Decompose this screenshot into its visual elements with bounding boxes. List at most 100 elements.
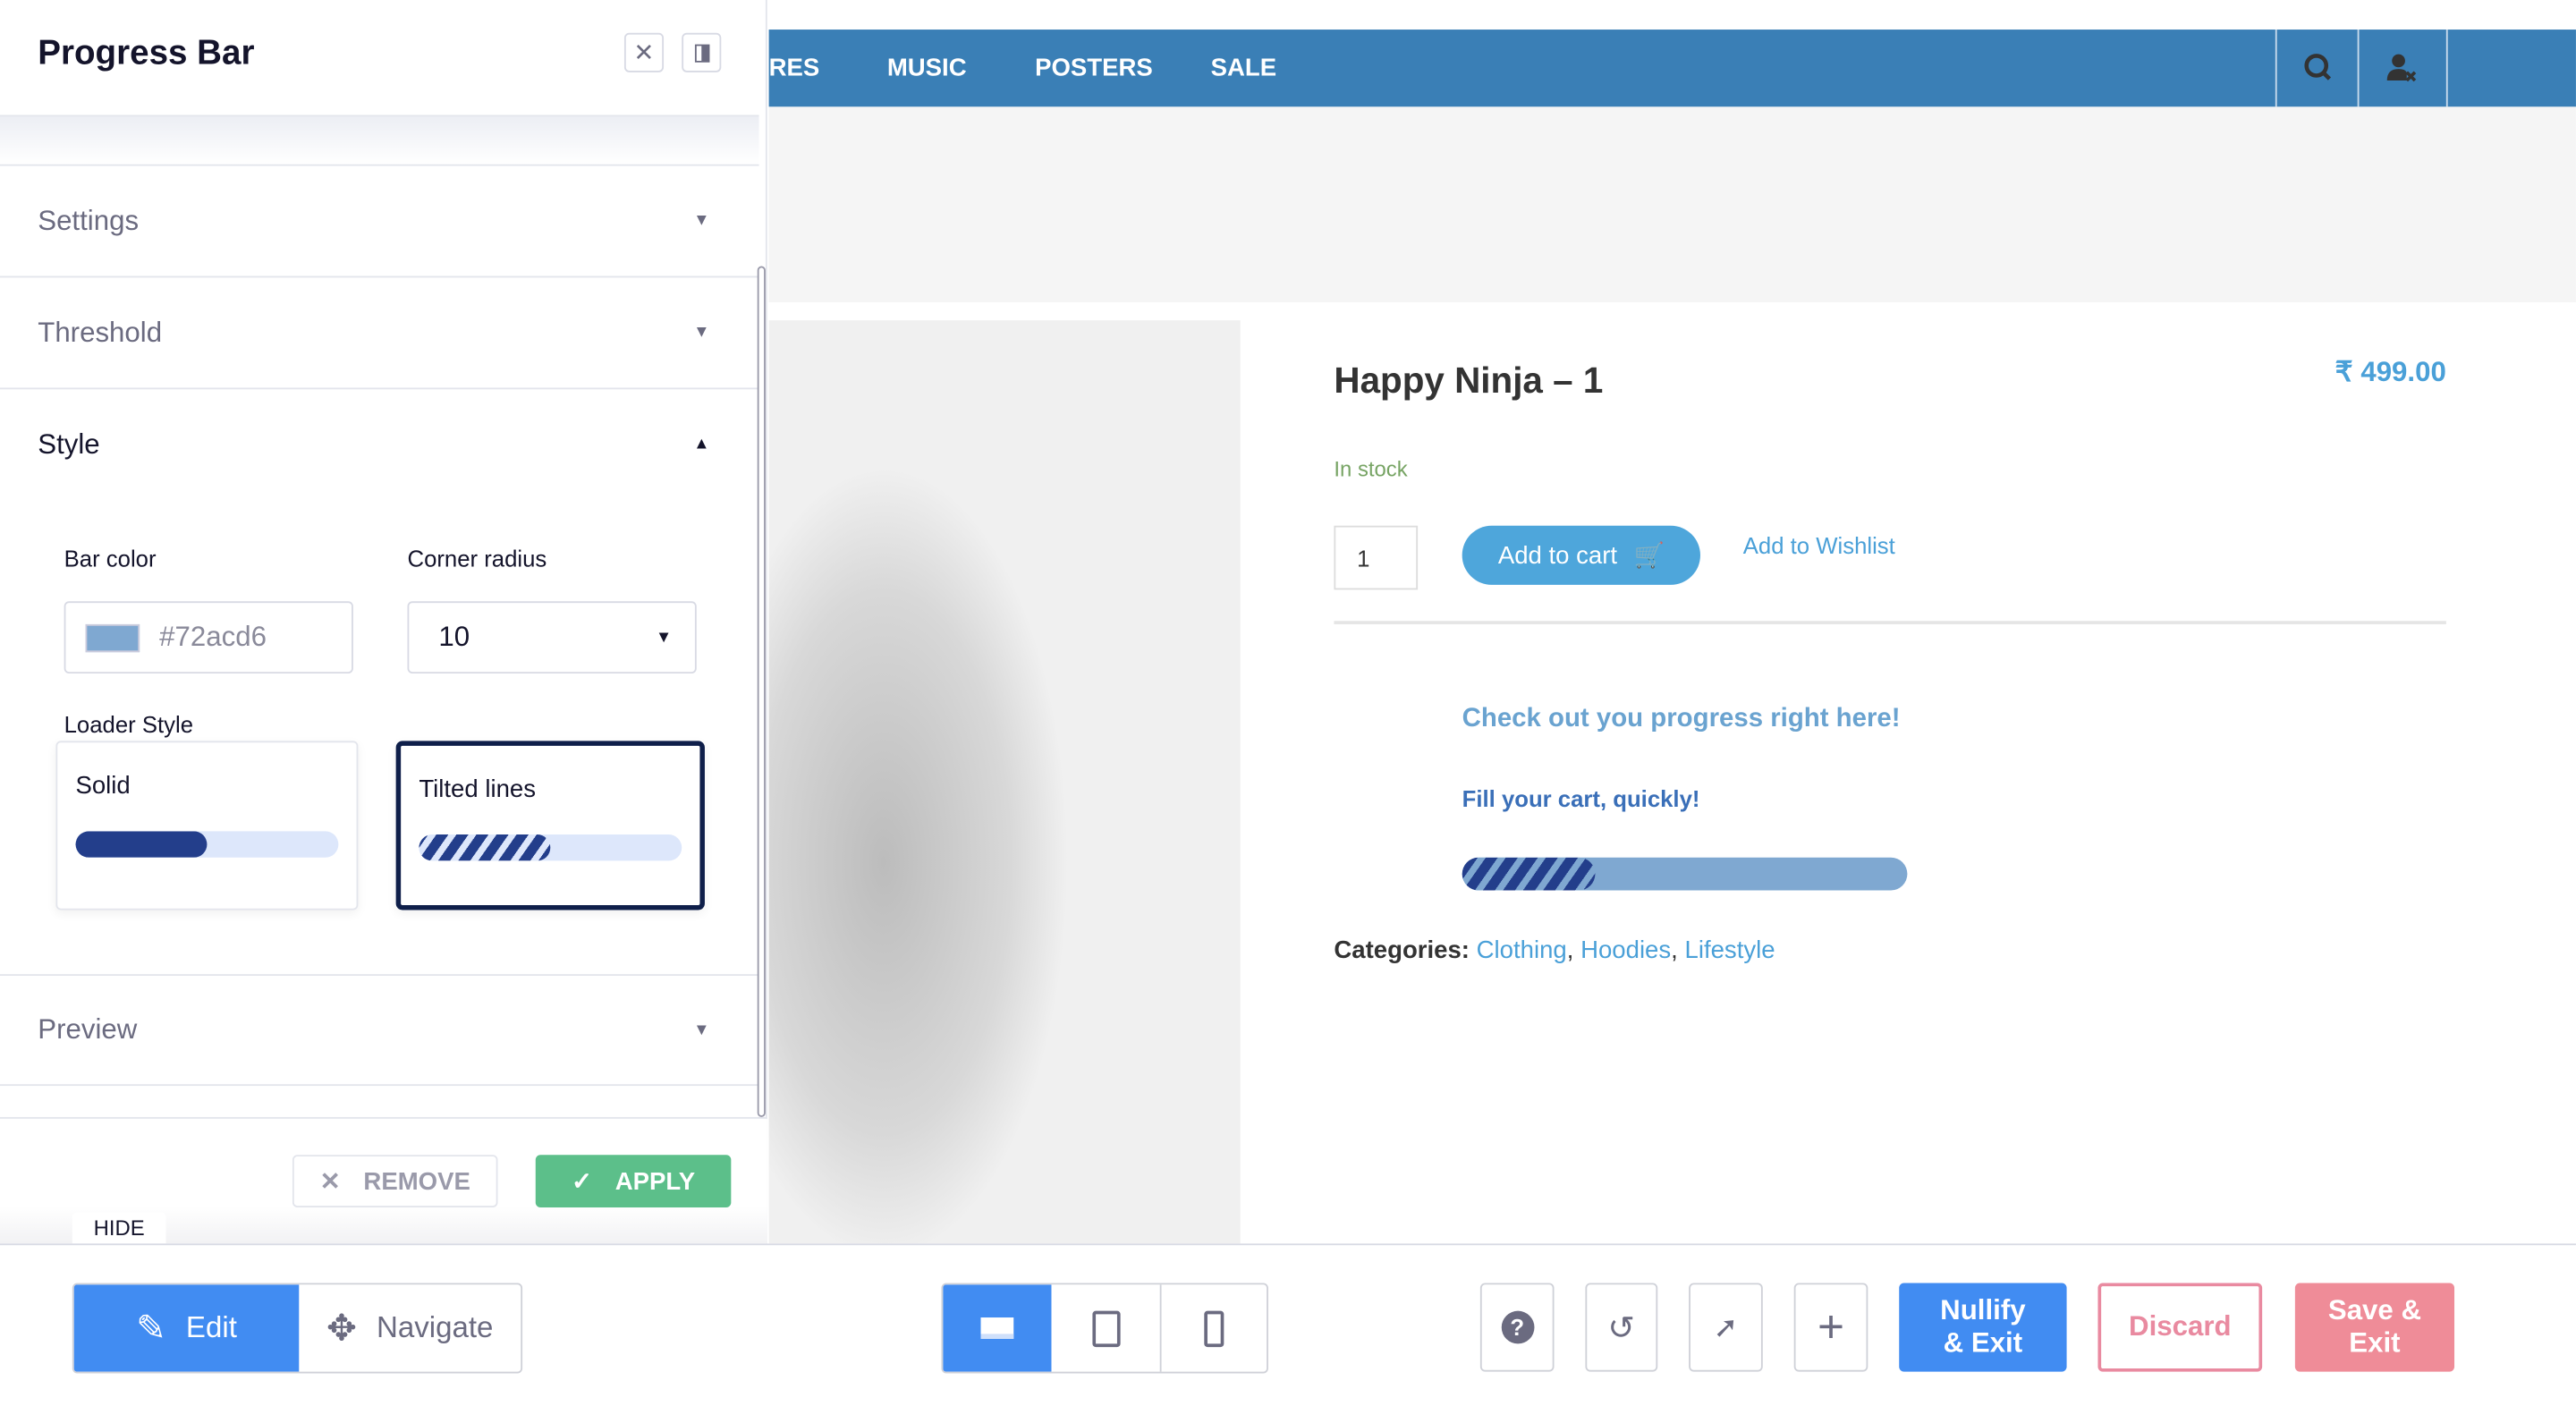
category-link[interactable]: Clothing	[1477, 936, 1567, 964]
product-title: Happy Ninja – 1	[1334, 360, 1604, 402]
color-swatch[interactable]	[85, 623, 140, 652]
loader-option-tilted-lines[interactable]: Tilted lines	[395, 741, 705, 911]
nav-spacer	[2445, 30, 2576, 107]
remove-button[interactable]: ✕ REMOVE	[292, 1155, 498, 1207]
categories-label: Categories:	[1334, 936, 1470, 965]
site-nav: RES MUSIC POSTERS SALE	[768, 30, 2576, 107]
select-element-button[interactable]: ➚	[1689, 1283, 1763, 1372]
add-button[interactable]: +	[1793, 1283, 1868, 1372]
corner-radius-select[interactable]: 10 ▼	[407, 601, 697, 674]
categories: Categories: Clothing, Hoodies, Lifestyle	[1334, 936, 1775, 965]
divider	[1334, 621, 2446, 624]
editor-toolbar: ✎ Edit ✥ Navigate ? ↺ ➚ + Nullify & Exit D…	[0, 1243, 2576, 1406]
quantity-input[interactable]: 1	[1334, 525, 1419, 590]
product-image	[768, 320, 1241, 1244]
discard-button[interactable]: Discard	[2097, 1283, 2263, 1372]
add-to-cart-button[interactable]: Add to cart 🛒	[1462, 525, 1700, 585]
section-style[interactable]: Style ▲	[0, 387, 759, 499]
nullify-exit-button[interactable]: Nullify & Exit	[1899, 1283, 2067, 1372]
tablet-icon	[1091, 1309, 1120, 1347]
bar-color-value: #72acd6	[159, 621, 267, 653]
navigate-label: Navigate	[376, 1310, 494, 1344]
apply-label: APPLY	[614, 1166, 696, 1196]
section-preview[interactable]: Preview ▼	[0, 974, 759, 1087]
category-link[interactable]: Hoodies	[1580, 936, 1671, 964]
wishlist-link[interactable]: Add to Wishlist	[1743, 532, 1895, 558]
apply-button[interactable]: ✓ APPLY	[535, 1155, 732, 1207]
corner-radius-label: Corner radius	[407, 545, 547, 572]
section-label: Preview	[38, 1013, 138, 1046]
mode-toggle: ✎ Edit ✥ Navigate	[72, 1283, 523, 1374]
move-icon: ✥	[326, 1307, 357, 1349]
mobile-view-button[interactable]	[1162, 1284, 1267, 1371]
page-banner	[768, 106, 2576, 302]
product-price: ₹ 499.00	[2334, 356, 2446, 388]
caret-up-icon: ▲	[693, 435, 710, 453]
dock-button[interactable]	[682, 32, 722, 72]
loader-preview-bar	[419, 834, 682, 861]
remove-label: REMOVE	[363, 1166, 470, 1196]
section-label: Style	[38, 428, 100, 460]
cart-progress-bar	[1462, 857, 1908, 891]
caret-down-icon: ▼	[693, 323, 710, 343]
plus-icon: +	[1817, 1300, 1845, 1352]
section-settings[interactable]: Settings ▼	[0, 164, 759, 276]
loader-option-label: Solid	[75, 772, 131, 800]
cart-icon: 🛒	[1633, 542, 1665, 571]
loader-style-label: Loader Style	[64, 711, 194, 738]
check-icon: ✓	[571, 1167, 593, 1197]
panel-scrollbar[interactable]	[757, 266, 766, 1117]
caret-down-icon: ▼	[693, 1021, 710, 1039]
edit-mode-button[interactable]: ✎ Edit	[73, 1284, 300, 1372]
tablet-view-button[interactable]	[1051, 1284, 1162, 1372]
x-icon: ✕	[319, 1167, 341, 1197]
navigate-mode-button[interactable]: ✥ Navigate	[299, 1284, 521, 1371]
settings-panel: Progress Bar ✕ Settings ▼ Threshold ▼ Styl…	[0, 0, 767, 1244]
history-button[interactable]: ↺	[1585, 1283, 1658, 1372]
add-to-cart-label: Add to cart	[1497, 541, 1618, 570]
search-button[interactable]	[2275, 30, 2358, 107]
loader-preview-bar	[75, 831, 339, 858]
panel-shade	[0, 114, 759, 165]
nav-item-posters[interactable]: POSTERS	[1035, 30, 1153, 106]
bar-color-label: Bar color	[64, 545, 157, 572]
stock-status: In stock	[1334, 456, 1408, 482]
device-toggle	[941, 1283, 1268, 1374]
progress-heading: Check out you progress right here!	[1462, 704, 1901, 733]
user-x-icon	[2386, 54, 2417, 82]
help-button[interactable]: ?	[1479, 1283, 1555, 1372]
loader-option-solid[interactable]: Solid	[55, 741, 359, 911]
account-button[interactable]	[2357, 30, 2446, 107]
loader-option-label: Tilted lines	[419, 775, 537, 804]
help-icon: ?	[1500, 1310, 1534, 1344]
progress-subheading: Fill your cart, quickly!	[1462, 784, 1700, 812]
save-exit-button[interactable]: Save & Exit	[2294, 1283, 2455, 1372]
desktop-icon	[980, 1317, 1014, 1339]
edit-label: Edit	[185, 1310, 237, 1344]
section-label: Settings	[38, 204, 140, 236]
cart-progress-fill	[1462, 857, 1596, 891]
search-icon	[2304, 54, 2332, 80]
bar-color-input[interactable]: #72acd6	[64, 601, 353, 674]
nav-item[interactable]: RES	[769, 30, 820, 106]
cursor-click-icon: ➚	[1713, 1309, 1739, 1343]
caret-down-icon: ▼	[693, 211, 710, 231]
desktop-view-button[interactable]	[943, 1284, 1052, 1372]
nav-item-sale[interactable]: SALE	[1211, 30, 1276, 106]
panel-toggle-icon	[694, 43, 709, 62]
caret-down-icon: ▼	[656, 628, 673, 647]
pencil-icon: ✎	[136, 1307, 166, 1349]
section-threshold[interactable]: Threshold ▼	[0, 275, 759, 388]
nav-item-music[interactable]: MUSIC	[887, 30, 967, 106]
panel-title: Progress Bar	[38, 34, 255, 72]
corner-radius-value: 10	[438, 621, 470, 653]
hide-tab[interactable]: HIDE	[72, 1212, 166, 1244]
close-button[interactable]: ✕	[623, 32, 665, 72]
section-label: Threshold	[38, 316, 163, 348]
loader-preview-fill	[75, 831, 208, 858]
history-icon: ↺	[1607, 1309, 1636, 1347]
mobile-icon	[1204, 1309, 1224, 1347]
loader-preview-fill	[419, 834, 551, 861]
category-link[interactable]: Lifestyle	[1685, 936, 1775, 964]
close-icon: ✕	[633, 39, 655, 68]
